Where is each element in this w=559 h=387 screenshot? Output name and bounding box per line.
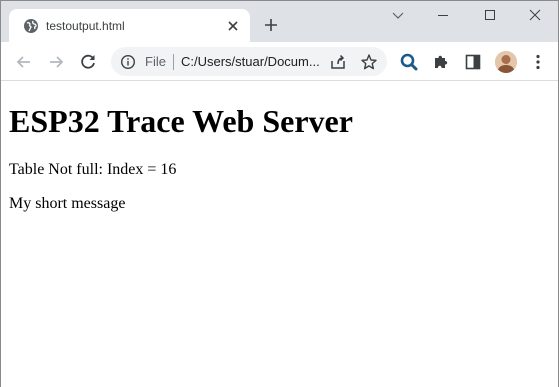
kebab-menu-icon[interactable] [528, 52, 548, 72]
address-divider [173, 54, 174, 70]
minimize-icon[interactable] [435, 7, 451, 23]
arrow-left-icon[interactable] [14, 52, 34, 72]
close-icon[interactable] [527, 7, 543, 23]
url-text[interactable]: C:/Users/stuar/Docum... [181, 54, 323, 70]
plus-icon[interactable] [263, 17, 279, 33]
tab-title: testoutput.html [46, 19, 125, 33]
avatar[interactable] [495, 51, 517, 73]
page-content: ESP32 Trace Web Server Table Not full: I… [1, 82, 558, 387]
reload-icon[interactable] [78, 52, 98, 72]
close-icon[interactable] [225, 18, 241, 34]
browser-toolbar: File C:/Users/stuar/Docum... [1, 42, 558, 81]
page-title: ESP32 Trace Web Server [9, 103, 353, 139]
status-text: Table Not full: Index = 16 [9, 161, 177, 178]
maximize-icon[interactable] [482, 7, 498, 23]
scheme-label: File [145, 54, 166, 69]
share-icon[interactable] [329, 53, 347, 71]
side-panel-icon[interactable] [463, 52, 483, 72]
browser-window: testoutput.html File C:/Users/stuar/Docu… [0, 0, 559, 387]
puzzle-icon[interactable] [431, 52, 451, 72]
search-icon[interactable] [399, 52, 419, 72]
address-bar[interactable]: File C:/Users/stuar/Docum... [111, 47, 387, 76]
tab-strip: testoutput.html [1, 1, 558, 42]
info-icon[interactable] [120, 54, 136, 70]
profile-picture [495, 51, 517, 73]
tab-active[interactable]: testoutput.html [9, 9, 250, 42]
chevron-down-icon[interactable] [390, 7, 406, 23]
message-text: My short message [9, 195, 126, 212]
globe-icon [24, 19, 38, 33]
star-icon[interactable] [360, 53, 378, 71]
arrow-right-icon[interactable] [46, 52, 66, 72]
